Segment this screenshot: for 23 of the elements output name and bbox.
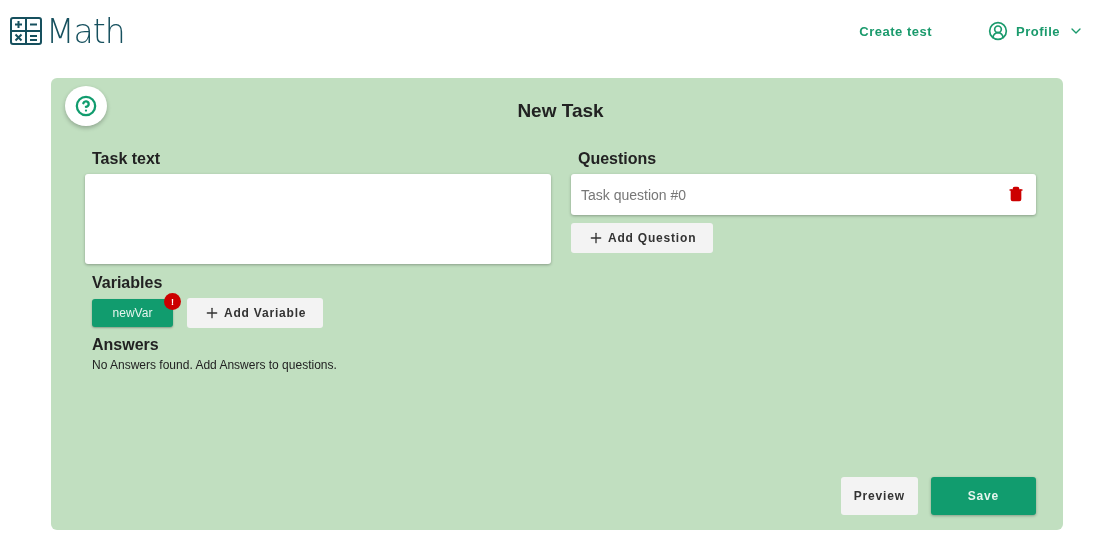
user-icon <box>988 21 1009 41</box>
help-icon <box>75 95 97 117</box>
section-label: Answers <box>92 336 159 354</box>
section-label: Variables <box>92 274 163 292</box>
save-button[interactable]: Save <box>930 477 1036 515</box>
add-question-button[interactable]: Add Question <box>571 223 714 253</box>
answers-message: No Answers found. Add Answers to questions. <box>92 358 337 372</box>
plus-icon <box>204 305 220 321</box>
question-field[interactable]: Task question #0 <box>571 174 1036 215</box>
task-text-field[interactable] <box>85 174 551 264</box>
nav-link[interactable]: Create test <box>859 23 933 39</box>
card-title: New Task <box>516 100 605 122</box>
plus-icon <box>588 230 604 246</box>
error-badge: ! <box>164 293 181 310</box>
trash-icon[interactable] <box>1008 186 1024 202</box>
section-label: Questions <box>578 150 657 168</box>
calculator-icon <box>10 17 42 45</box>
add-variable-button[interactable]: Add Variable <box>187 298 324 328</box>
profile-menu[interactable]: Profile <box>988 21 1084 41</box>
preview-button[interactable]: Preview <box>840 477 918 515</box>
logo-text: Math <box>46 11 125 51</box>
help-button[interactable] <box>65 86 107 126</box>
section-label: Task text <box>92 150 161 168</box>
